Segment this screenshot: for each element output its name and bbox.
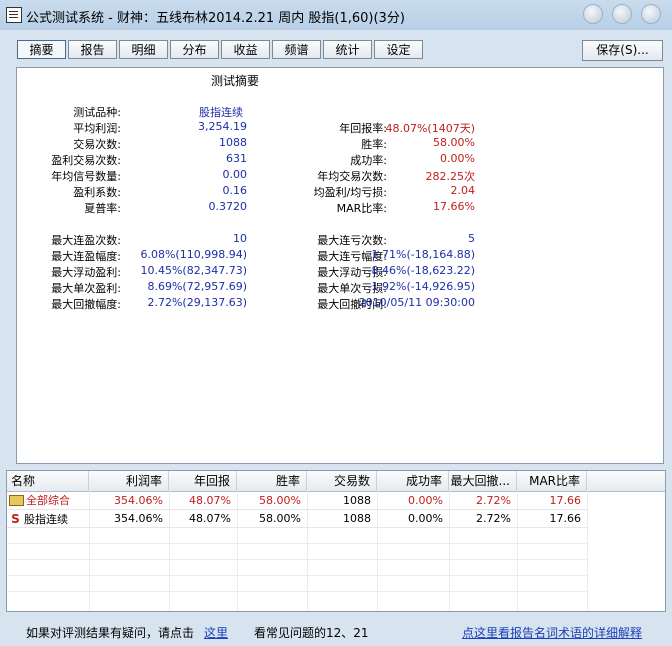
results-table: 名称 利润率 年回报 胜率 交易数 成功率 最大回撤... MAR比率 全部综合… [6,470,666,612]
value-max-consec-loss-amount: -1.71%(-18,164.88) [367,248,475,261]
label-profit-factor: 盈利系数: [73,186,121,199]
max-drawdown-cell: 2.72% [476,494,511,507]
tab-settings[interactable]: 设定 [374,40,423,59]
column-header-name[interactable]: 名称 [7,471,89,491]
summary-title: 测试摘要 [211,74,260,88]
label-success-rate: 成功率: [350,154,387,167]
s-letter-icon: S [11,512,20,526]
close-button[interactable] [641,4,661,24]
row-name: 股指连续 [24,513,68,526]
label-instrument: 测试品种: [73,106,121,119]
label-trade-count: 交易次数: [73,138,121,151]
max-drawdown-cell: 2.72% [476,512,511,525]
maximize-button[interactable] [612,4,632,24]
tab-spectrum[interactable]: 频谱 [272,40,321,59]
column-header-mar-ratio[interactable]: MAR比率 [517,471,587,491]
window-title: 公式测试系统 - 财神：五线布林2014.2.21 周内 股指(1,60)(3分… [26,11,405,26]
value-max-single-loss: -1.92%(-14,926.95) [367,280,475,293]
label-avg-win-loss: 均盈利/均亏损: [313,186,387,199]
mar-ratio-cell: 17.66 [549,512,582,525]
table-row[interactable]: 全部综合 354.06% 48.07% 58.00% 1088 0.00% 2.… [7,493,587,510]
annual-return-cell: 48.07% [189,512,231,525]
tab-distribution[interactable]: 分布 [170,40,219,59]
label-avg-profit: 平均利润: [73,122,121,135]
title-bar: 公式测试系统 - 财神：五线布林2014.2.21 周内 股指(1,60)(3分… [0,0,672,30]
tab-statistics[interactable]: 统计 [323,40,372,59]
name-cell: 全部综合 [9,493,89,509]
label-sharpe: 夏普率: [84,202,121,215]
label-mar-ratio: MAR比率: [336,202,387,215]
value-instrument: 股指连续 [199,106,243,119]
trade-count-cell: 1088 [343,512,371,525]
value-annual-signals: 0.00 [222,168,248,181]
value-win-rate: 58.00% [433,136,475,149]
name-cell: S 股指连续 [9,511,89,527]
table-header: 名称 利润率 年回报 胜率 交易数 成功率 最大回撤... MAR比率 [7,471,665,492]
label-max-floating-profit: 最大浮动盈利: [51,266,121,279]
value-winning-trades: 631 [226,152,247,165]
app-icon [6,7,22,23]
footer-question-text: 如果对评测结果有疑问，请点击 [26,626,195,640]
trade-count-cell: 1088 [343,494,371,507]
folder-icon [9,494,24,506]
win-rate-cell: 58.00% [259,512,301,525]
value-max-single-profit: 8.69%(72,957.69) [147,280,247,293]
value-annual-trades: 282.25次 [425,170,476,183]
value-annual-return: 48.07%(1407天) [385,122,475,135]
glossary-link[interactable]: 点这里看报告名词术语的详细解释 [462,624,642,641]
footer-faq-text: 看常见问题的12、21 [254,626,369,640]
label-max-consec-losses: 最大连亏次数: [317,234,387,247]
value-max-consec-wins: 10 [233,232,247,245]
value-max-consec-losses: 5 [468,232,475,245]
success-rate-cell: 0.00% [408,494,443,507]
column-header-success-rate[interactable]: 成功率 [377,471,449,491]
value-avg-profit: 3,254.19 [198,120,247,133]
value-avg-win-loss: 2.04 [450,184,476,197]
value-profit-factor: 0.16 [222,184,248,197]
label-max-consec-win-amount: 最大连盈幅度: [51,250,121,263]
value-max-drawdown: 2.72%(29,137.63) [147,296,247,309]
label-max-single-profit: 最大单次盈利: [51,282,121,295]
tab-summary[interactable]: 摘要 [17,40,66,59]
value-sharpe: 0.3720 [208,200,248,213]
label-annual-return: 年回报率: [339,122,387,135]
column-header-win-rate[interactable]: 胜率 [237,471,307,491]
win-rate-cell: 58.00% [259,494,301,507]
save-button[interactable]: 保存(S)... [582,40,663,61]
tab-report[interactable]: 报告 [68,40,117,59]
table-row[interactable]: S 股指连续 354.06% 48.07% 58.00% 1088 0.00% 2… [7,511,587,528]
profit-rate-cell: 354.06% [114,512,163,525]
label-max-consec-wins: 最大连盈次数: [51,234,121,247]
label-annual-trades: 年均交易次数: [317,170,387,183]
label-annual-signals: 年均信号数量: [51,170,121,183]
minimize-button[interactable] [583,4,603,24]
tab-details[interactable]: 明细 [119,40,168,59]
value-trade-count: 1088 [219,136,247,149]
column-header-profit-rate[interactable]: 利润率 [89,471,169,491]
profit-rate-cell: 354.06% [114,494,163,507]
annual-return-cell: 48.07% [189,494,231,507]
label-winning-trades: 盈利交易次数: [51,154,121,167]
value-success-rate: 0.00% [440,152,475,165]
value-max-consec-win-amount: 6.08%(110,998.94) [140,248,247,261]
tab-bar: 摘要 报告 明细 分布 收益 频谱 统计 设定 [0,30,672,66]
success-rate-cell: 0.00% [408,512,443,525]
tab-returns[interactable]: 收益 [221,40,270,59]
mar-ratio-cell: 17.66 [549,494,582,507]
value-mar-ratio: 17.66% [433,200,475,213]
value-max-floating-loss: -8.46%(-18,623.22) [367,264,475,277]
label-win-rate: 胜率: [361,138,387,151]
column-header-annual-return[interactable]: 年回报 [169,471,237,491]
column-header-max-drawdown[interactable]: 最大回撤... [449,471,517,491]
value-max-drawdown-time: 2010/05/11 09:30:00 [358,296,475,309]
label-max-drawdown: 最大回撤幅度: [51,298,121,311]
footer-bar: 如果对评测结果有疑问，请点击 这里 看常见问题的12、21 点这里看报告名词术语… [0,616,672,646]
here-link[interactable]: 这里 [204,624,228,641]
row-name: 全部综合 [26,494,70,507]
value-max-floating-profit: 10.45%(82,347.73) [140,264,247,277]
column-header-trade-count[interactable]: 交易数 [307,471,377,491]
summary-panel: 测试摘要 测试品种: 股指连续 平均利润: 3,254.19 交易次数: 108… [16,67,664,464]
